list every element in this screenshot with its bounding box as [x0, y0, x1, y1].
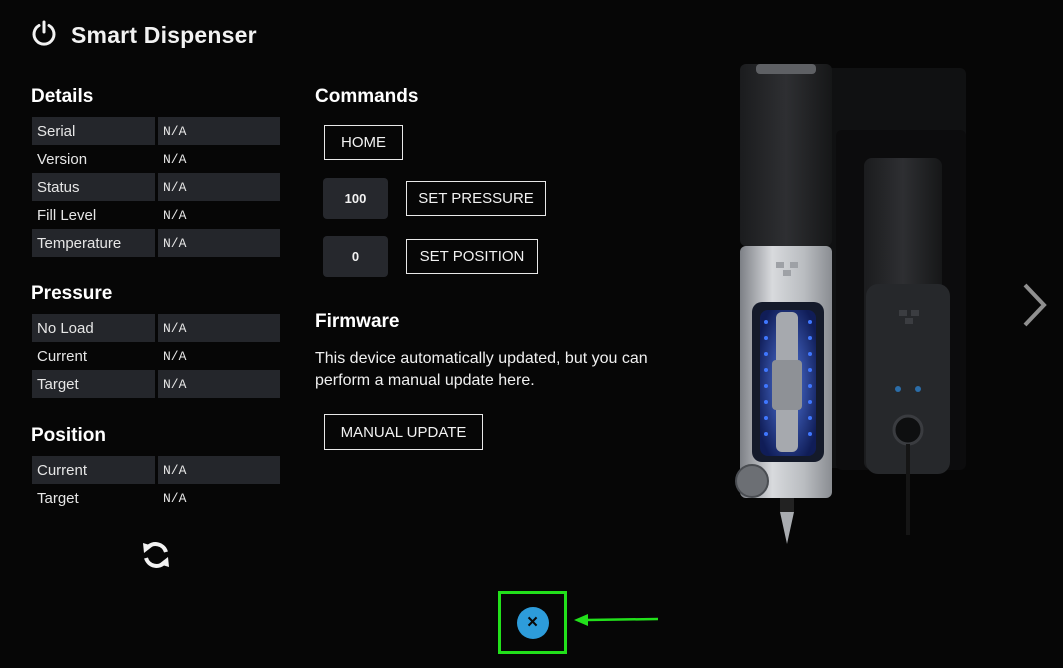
chevron-right-icon[interactable]: [1019, 282, 1049, 333]
position-table: Current N/A Target N/A: [32, 456, 280, 512]
header: Smart Dispenser: [31, 20, 257, 51]
row-value: N/A: [163, 151, 187, 167]
row-label: Serial: [32, 117, 155, 145]
details-row-version: Version N/A: [32, 145, 280, 173]
row-value: N/A: [158, 370, 280, 398]
row-value: N/A: [163, 490, 187, 506]
pressure-row-target: Target N/A: [32, 370, 280, 398]
commands-heading: Commands: [315, 86, 419, 107]
row-value: N/A: [158, 229, 280, 257]
row-label: Target: [37, 489, 79, 507]
device-image: [686, 60, 1016, 555]
row-value: N/A: [163, 348, 187, 364]
row-label: Current: [32, 456, 155, 484]
row-label: Fill Level: [37, 206, 97, 224]
details-row-temperature: Temperature N/A: [32, 229, 280, 257]
highlight-box: ×: [498, 591, 567, 654]
details-row-serial: Serial N/A: [32, 117, 280, 145]
set-position-button[interactable]: SET POSITION: [406, 239, 538, 274]
pressure-row-no-load: No Load N/A: [32, 314, 280, 342]
row-value: N/A: [158, 173, 280, 201]
page-title: Smart Dispenser: [71, 22, 257, 48]
row-value: N/A: [163, 207, 187, 223]
close-icon[interactable]: ×: [516, 606, 549, 639]
position-row-target: Target N/A: [32, 484, 280, 512]
details-table: Serial N/A Version N/A Status N/A Fill L…: [32, 117, 280, 257]
details-row-fill-level: Fill Level N/A: [32, 201, 280, 229]
details-row-status: Status N/A: [32, 173, 280, 201]
firmware-heading: Firmware: [315, 311, 400, 332]
row-label: No Load: [32, 314, 155, 342]
manual-update-button[interactable]: MANUAL UPDATE: [324, 414, 483, 450]
position-heading: Position: [31, 425, 106, 446]
pressure-table: No Load N/A Current N/A Target N/A: [32, 314, 280, 398]
row-label: Version: [37, 150, 88, 168]
row-label: Current: [37, 347, 88, 365]
power-icon[interactable]: [31, 20, 57, 51]
pressure-row-current: Current N/A: [32, 342, 280, 370]
position-row-current: Current N/A: [32, 456, 280, 484]
position-input[interactable]: 0: [323, 236, 388, 277]
row-label: Target: [32, 370, 155, 398]
firmware-description: This device automatically updated, but y…: [315, 350, 648, 389]
home-button[interactable]: HOME: [324, 125, 403, 160]
row-label: Temperature: [32, 229, 155, 257]
pressure-input[interactable]: 100: [323, 178, 388, 219]
row-value: N/A: [158, 117, 280, 145]
details-heading: Details: [31, 86, 94, 107]
row-value: N/A: [158, 314, 280, 342]
refresh-icon[interactable]: [140, 539, 172, 576]
pressure-heading: Pressure: [31, 283, 113, 304]
row-label: Status: [32, 173, 155, 201]
set-pressure-button[interactable]: SET PRESSURE: [406, 181, 546, 216]
pointer-arrow: [572, 612, 660, 633]
row-value: N/A: [158, 456, 280, 484]
